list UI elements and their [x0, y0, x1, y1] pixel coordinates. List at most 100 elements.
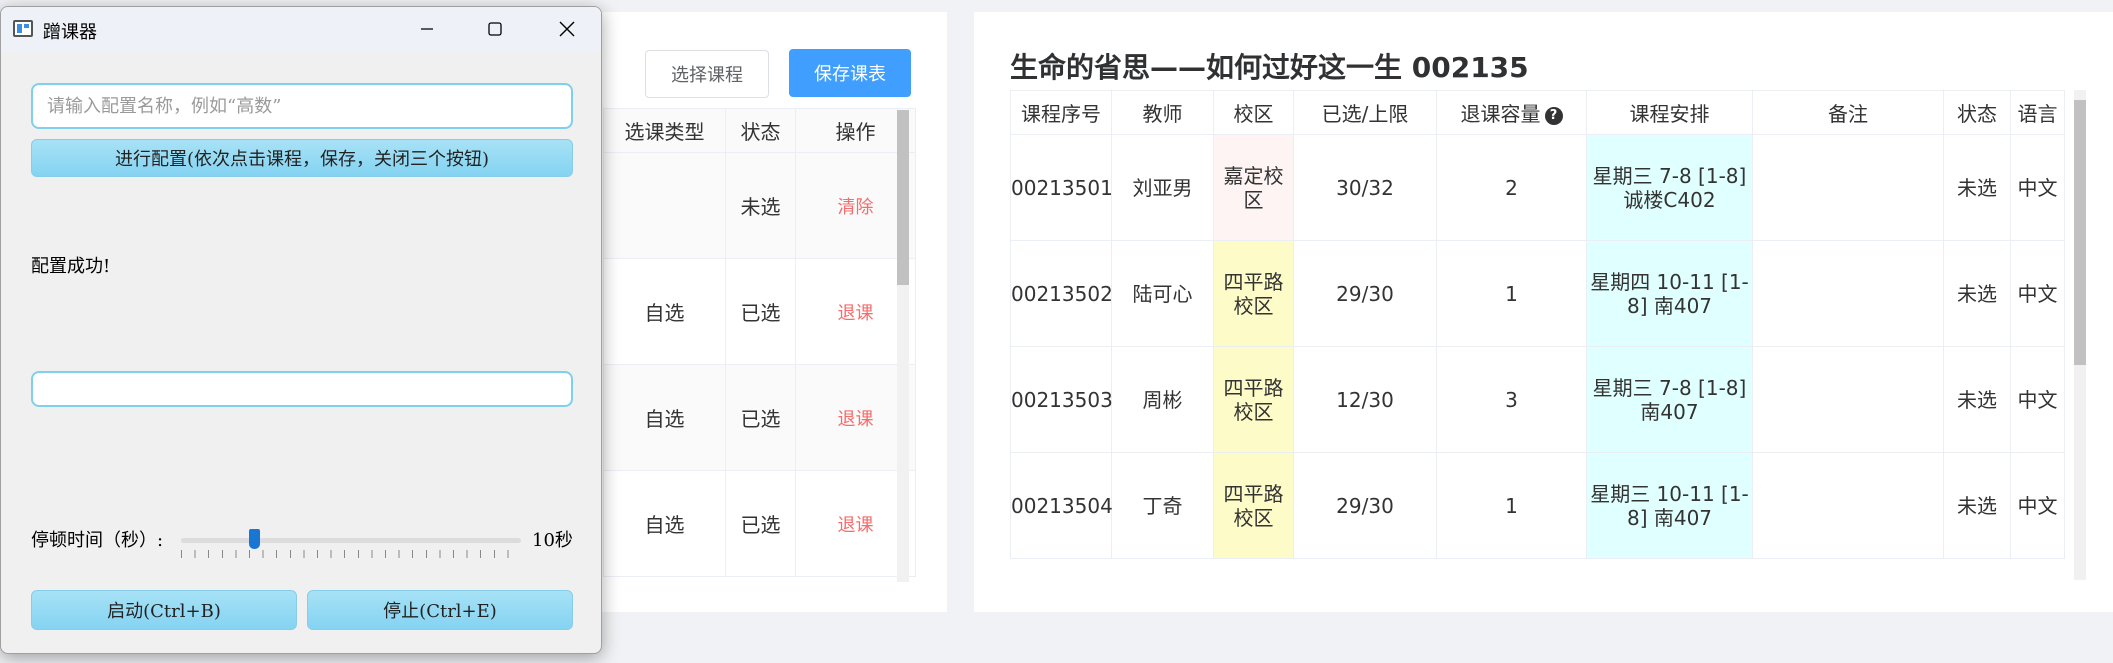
- seq-cell: 00213503: [1010, 346, 1113, 453]
- drop-course-link[interactable]: 退课: [838, 409, 874, 430]
- schedule-cell: 星期四 10-11 [1-8] 南407: [1586, 240, 1753, 347]
- column-header-drop-capacity: 退课容量?: [1436, 90, 1587, 135]
- stop-button[interactable]: 停止(Ctrl+E): [307, 590, 573, 630]
- note-cell: [1752, 452, 1944, 559]
- course-title: 生命的省思——如何过好这一生 002135: [1010, 51, 1529, 84]
- teacher-cell: 丁奇: [1111, 452, 1214, 559]
- campus-cell: 嘉定校区: [1213, 134, 1294, 241]
- table-scrollbar[interactable]: [897, 110, 909, 582]
- save-schedule-button[interactable]: 保存课表: [789, 49, 911, 97]
- status-cell: 未选: [1943, 346, 2011, 453]
- column-header-teacher: 教师: [1111, 90, 1214, 135]
- clear-link[interactable]: 清除: [838, 197, 874, 218]
- note-cell: [1752, 346, 1944, 453]
- column-header-seq: 课程序号: [1010, 90, 1112, 135]
- teacher-cell: 陆可心: [1111, 240, 1214, 347]
- maximize-button[interactable]: [465, 7, 525, 51]
- teacher-cell: 刘亚男: [1111, 134, 1214, 241]
- close-button[interactable]: [537, 7, 597, 51]
- app-icon: [13, 20, 33, 37]
- table-row[interactable]: 00213504 丁奇 四平路校区 29/30 1 星期三 10-11 [1-8…: [1010, 452, 2065, 559]
- drop-capacity-cell: 2: [1436, 134, 1587, 241]
- minimize-button[interactable]: [397, 7, 457, 51]
- table-row: 自选 已选 退课: [603, 470, 916, 577]
- selected-cell: 29/30: [1293, 240, 1437, 347]
- drop-course-link[interactable]: 退课: [838, 303, 874, 324]
- scrollbar-thumb[interactable]: [897, 110, 909, 285]
- column-header-type: 选课类型: [603, 108, 726, 153]
- start-button[interactable]: 启动(Ctrl+B): [31, 590, 297, 630]
- course-type-cell: [603, 152, 726, 259]
- course-type-cell: 自选: [603, 364, 726, 471]
- selected-courses-table: 选课类型 状态 操作 未选 清除 自选 已选 退课 自选 已选 退课 自选 已选…: [603, 108, 916, 577]
- maximize-icon: [488, 22, 502, 36]
- help-icon[interactable]: ?: [1544, 107, 1563, 125]
- column-header-language: 语言: [2010, 90, 2065, 135]
- slider-ticks: [181, 550, 521, 558]
- course-type-cell: 自选: [603, 258, 726, 365]
- column-header-status: 状态: [725, 108, 796, 153]
- column-header-schedule: 课程安排: [1586, 90, 1753, 135]
- status-cell: 未选: [1943, 134, 2011, 241]
- table-row: 自选 已选 退课: [603, 364, 916, 471]
- minimize-icon: [421, 28, 433, 30]
- campus-cell: 四平路校区: [1213, 240, 1294, 347]
- table-row[interactable]: 00213502 陆可心 四平路校区 29/30 1 星期四 10-11 [1-…: [1010, 240, 2065, 347]
- window-title: 蹭课器: [43, 22, 97, 43]
- schedule-cell: 星期三 10-11 [1-8] 南407: [1586, 452, 1753, 559]
- course-status-cell: 已选: [725, 364, 796, 471]
- seq-cell: 00213502: [1010, 240, 1113, 347]
- table-row[interactable]: 00213501 刘亚男 嘉定校区 30/32 2 星期三 7-8 [1-8] …: [1010, 134, 2065, 241]
- scrollbar-thumb[interactable]: [2074, 100, 2086, 365]
- status-cell: 未选: [1943, 452, 2011, 559]
- drop-capacity-label: 退课容量: [1460, 102, 1541, 126]
- teacher-cell: 周彬: [1111, 346, 1214, 453]
- course-status-cell: 已选: [725, 258, 796, 365]
- slider-groove: [181, 538, 521, 543]
- campus-cell: 四平路校区: [1213, 452, 1294, 559]
- pause-time-value: 10秒: [532, 530, 573, 551]
- text-field[interactable]: [31, 371, 573, 407]
- course-status-cell: 已选: [725, 470, 796, 577]
- column-header-status: 状态: [1943, 90, 2011, 135]
- language-cell: 中文: [2010, 452, 2065, 559]
- note-cell: [1752, 240, 1944, 347]
- column-header-selected: 已选/上限: [1293, 90, 1437, 135]
- drop-capacity-cell: 1: [1436, 452, 1587, 559]
- seq-cell: 00213501: [1010, 134, 1113, 241]
- pause-time-slider[interactable]: [181, 529, 521, 561]
- pause-time-label: 停顿时间（秒）:: [31, 530, 164, 551]
- window-titlebar[interactable]: 蹭课器: [1, 7, 601, 51]
- app-window: 蹭课器 进行配置(依次点击课程，保存，关闭三个按钮) 配置成功! 停顿时间（秒）…: [0, 6, 602, 654]
- table-row: 未选 清除: [603, 152, 916, 259]
- note-cell: [1752, 134, 1944, 241]
- config-name-input[interactable]: [31, 83, 573, 129]
- course-detail-panel: 生命的省思——如何过好这一生 002135 课程序号 教师 校区 已选/上限 退…: [974, 12, 2113, 612]
- course-type-cell: 自选: [603, 470, 726, 577]
- schedule-cell: 星期三 7-8 [1-8] 南407: [1586, 346, 1753, 453]
- table-row[interactable]: 00213503 周彬 四平路校区 12/30 3 星期三 7-8 [1-8] …: [1010, 346, 2065, 453]
- language-cell: 中文: [2010, 346, 2065, 453]
- drop-capacity-cell: 3: [1436, 346, 1587, 453]
- status-message: 配置成功!: [31, 256, 111, 277]
- select-course-button[interactable]: 选择课程: [645, 50, 769, 98]
- selected-cell: 30/32: [1293, 134, 1437, 241]
- drop-course-link[interactable]: 退课: [838, 515, 874, 536]
- selected-cell: 29/30: [1293, 452, 1437, 559]
- seq-cell: 00213504: [1010, 452, 1113, 559]
- column-header-campus: 校区: [1213, 90, 1294, 135]
- language-cell: 中文: [2010, 134, 2065, 241]
- status-cell: 未选: [1943, 240, 2011, 347]
- course-status-cell: 未选: [725, 152, 796, 259]
- selected-cell: 12/30: [1293, 346, 1437, 453]
- selected-courses-panel: 选择课程 保存课表 选课类型 状态 操作 未选 清除 自选 已选 退课 自选 已…: [560, 12, 947, 612]
- table-scrollbar[interactable]: [2074, 90, 2086, 580]
- configure-button[interactable]: 进行配置(依次点击课程，保存，关闭三个按钮): [31, 139, 573, 177]
- column-header-note: 备注: [1752, 90, 1944, 135]
- campus-cell: 四平路校区: [1213, 346, 1294, 453]
- course-sections-table: 课程序号 教师 校区 已选/上限 退课容量? 课程安排 备注 状态 语言 002…: [1010, 90, 2065, 559]
- table-row: 自选 已选 退课: [603, 258, 916, 365]
- drop-capacity-cell: 1: [1436, 240, 1587, 347]
- close-icon: [559, 21, 575, 37]
- slider-handle[interactable]: [249, 529, 260, 549]
